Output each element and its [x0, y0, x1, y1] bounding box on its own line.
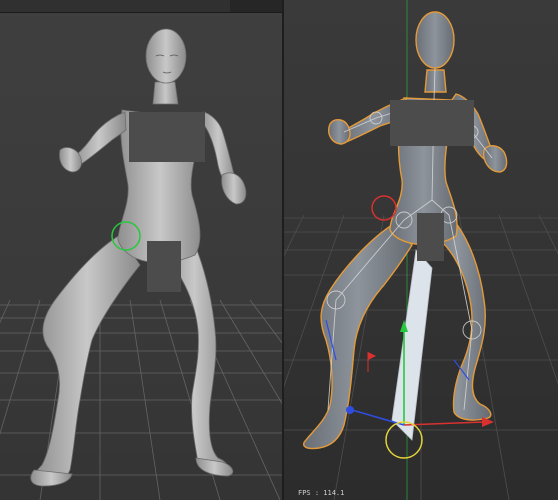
right-scene	[284, 0, 558, 500]
censor-block-chest	[390, 100, 474, 146]
pivot-flag-marker	[368, 352, 376, 360]
left-viewport[interactable]	[0, 0, 282, 500]
gizmo-x-axis[interactable]	[403, 421, 485, 426]
fps-readout: FPS : 114.1	[298, 489, 345, 497]
gizmo-z-handle[interactable]	[346, 406, 354, 414]
viewport-tab[interactable]	[0, 0, 230, 12]
censor-block-pelvis	[417, 213, 444, 261]
censor-block-chest	[129, 112, 205, 162]
app-window: FPS : 114.1	[0, 0, 558, 500]
character-model[interactable]	[30, 28, 247, 487]
ik-bone-cone[interactable]	[391, 249, 433, 441]
left-scene	[0, 28, 282, 500]
censor-block-pelvis	[147, 241, 181, 292]
right-viewport[interactable]	[284, 0, 558, 500]
viewport-header	[0, 0, 282, 13]
